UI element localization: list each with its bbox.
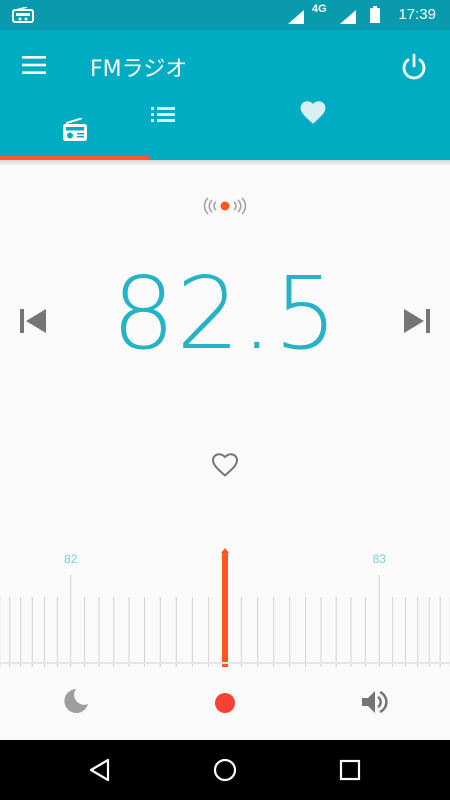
tab-favorites[interactable] [300, 100, 450, 160]
recents-icon[interactable] [339, 759, 361, 785]
app-bar-shadow [0, 160, 450, 166]
radio-notification-icon [12, 6, 34, 27]
frequency-display: 82.5 [111, 255, 339, 372]
power-icon[interactable] [399, 52, 429, 82]
broadcast-icon [198, 195, 252, 221]
status-bar: 4G 17:39 [0, 0, 450, 30]
tuning-dial[interactable]: 82 83 [0, 545, 450, 667]
volume-icon[interactable] [360, 689, 390, 719]
network-type-label: 4G [312, 3, 327, 15]
back-icon[interactable] [88, 758, 112, 786]
battery-icon [370, 6, 380, 27]
tab-station-list[interactable] [150, 100, 300, 160]
heart-outline-icon[interactable] [211, 452, 239, 482]
clock: 17:39 [398, 6, 436, 23]
skip-next-icon[interactable] [402, 307, 432, 339]
skip-previous-icon[interactable] [18, 307, 48, 339]
tab-bar [0, 100, 450, 160]
dial-label: 83 [373, 552, 387, 566]
system-nav-bar [0, 740, 450, 800]
record-icon[interactable] [214, 692, 236, 718]
signal-icon [288, 9, 304, 28]
menu-icon[interactable] [21, 55, 49, 79]
moon-icon[interactable] [62, 687, 90, 719]
bottom-toolbar [0, 667, 450, 740]
home-icon[interactable] [213, 758, 237, 786]
dial-label: 82 [64, 552, 78, 566]
app-bar: FMラジオ [0, 30, 450, 160]
app-title: FMラジオ [90, 57, 188, 82]
tab-radio[interactable] [0, 100, 150, 160]
dial-baseline [0, 662, 450, 664]
signal-icon [340, 9, 356, 28]
tuning-needle-tip [221, 548, 229, 553]
